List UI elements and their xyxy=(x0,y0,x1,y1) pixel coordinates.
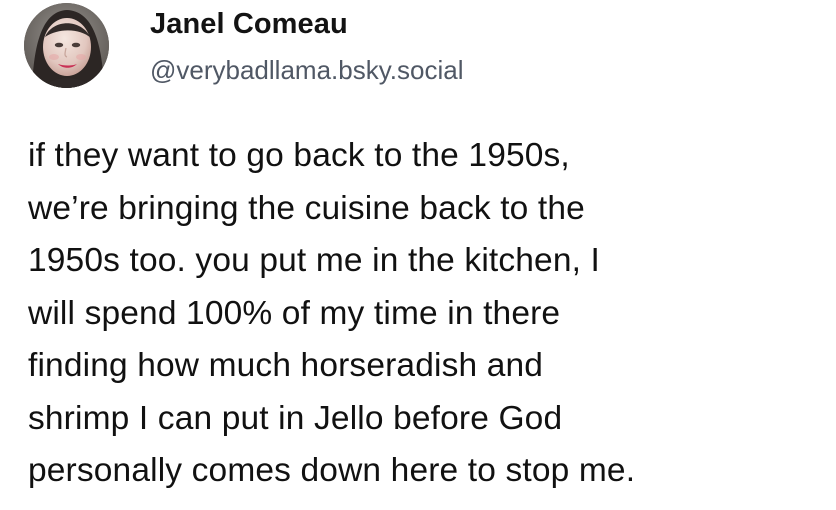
post-text-line: personally comes down here to stop me. xyxy=(28,452,636,489)
author-display-name[interactable]: Janel Comeau xyxy=(150,7,670,41)
author-handle[interactable]: @verybadllama.bsky.social xyxy=(150,55,670,85)
post-text-line: will spend 100% of my time in there xyxy=(28,294,561,332)
post-text-line: 1950s too. you put me in the kitchen, I xyxy=(28,242,600,279)
post-text-line: finding how much horseradish and xyxy=(28,347,544,384)
avatar[interactable] xyxy=(24,3,109,88)
post-author: Janel Comeau @verybadllama.bsky.social xyxy=(150,7,670,85)
post-text-line: if they want to go back to the 1950s, xyxy=(28,137,570,174)
social-post: Janel Comeau @verybadllama.bsky.social i… xyxy=(0,0,836,510)
profile-photo-icon xyxy=(24,3,109,88)
post-text-line: we’re bringing the cuisine back to the xyxy=(28,189,585,227)
post-body: if they want to go back to the 1950s, we… xyxy=(28,130,818,498)
post-text-line: shrimp I can put in Jello before God xyxy=(28,399,563,437)
